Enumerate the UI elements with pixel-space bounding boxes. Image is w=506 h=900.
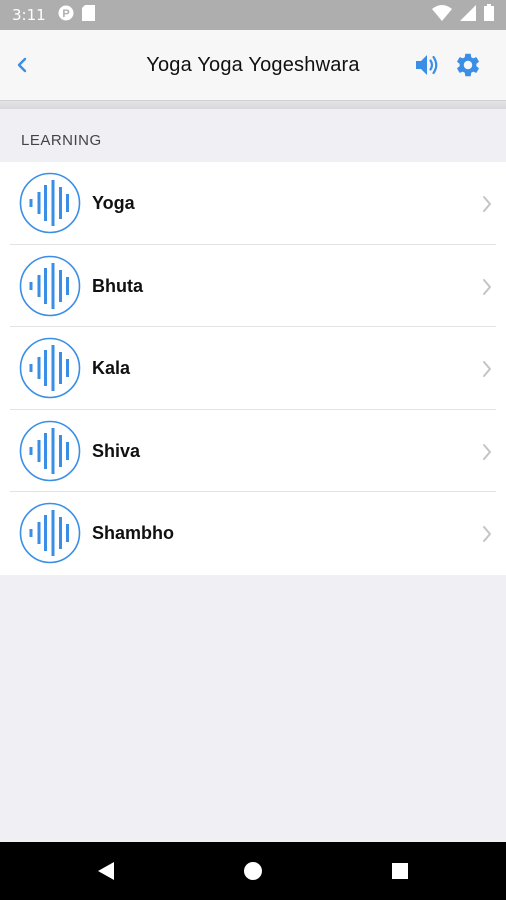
status-time: 3:11 bbox=[12, 6, 46, 24]
nav-back-button[interactable] bbox=[94, 859, 118, 883]
wifi-icon bbox=[432, 4, 452, 26]
p-notification-icon: P bbox=[58, 5, 74, 26]
status-bar: 3:11 P bbox=[0, 0, 506, 30]
speaker-icon bbox=[416, 55, 438, 75]
header-divider bbox=[0, 100, 506, 109]
list-item-yoga[interactable]: Yoga bbox=[0, 162, 506, 245]
learning-list: Yoga Bhuta Kala Shiva Shambho bbox=[0, 162, 506, 575]
cell-signal-icon bbox=[460, 4, 476, 26]
sound-wave-icon bbox=[19, 172, 81, 234]
chevron-right-icon bbox=[483, 443, 491, 460]
chevron-right-icon bbox=[483, 196, 491, 212]
list-item-label: Bhuta bbox=[92, 275, 143, 296]
section-header: LEARNING bbox=[21, 132, 102, 149]
list-item-bhuta[interactable]: Bhuta bbox=[0, 245, 506, 328]
list-item-label: Yoga bbox=[92, 193, 135, 213]
list-item-kala[interactable]: Kala bbox=[0, 327, 506, 410]
svg-text:P: P bbox=[62, 8, 69, 20]
list-item-label: Kala bbox=[92, 358, 131, 379]
list-item-shambho[interactable]: Shambho bbox=[0, 492, 506, 575]
sound-wave-icon bbox=[19, 255, 81, 316]
list-item-label: Shambho bbox=[92, 523, 175, 544]
settings-button[interactable] bbox=[454, 51, 482, 79]
sound-wave-icon bbox=[19, 420, 81, 482]
speaker-button[interactable] bbox=[414, 52, 442, 78]
list-item-label: Shiva bbox=[92, 440, 141, 461]
list-item-shiva[interactable]: Shiva bbox=[0, 410, 506, 493]
chevron-right-icon bbox=[483, 361, 491, 378]
system-nav-bar bbox=[0, 842, 506, 900]
nav-recents-button[interactable] bbox=[388, 859, 412, 883]
recents-square-icon bbox=[392, 863, 408, 879]
app-header: Yoga Yoga Yogeshwara bbox=[0, 30, 506, 100]
gear-icon bbox=[457, 53, 479, 77]
home-circle-icon bbox=[244, 862, 262, 880]
nav-home-button[interactable] bbox=[241, 859, 265, 883]
chevron-right-icon bbox=[483, 278, 491, 295]
sim-card-icon bbox=[81, 4, 95, 26]
sound-wave-icon bbox=[19, 503, 81, 564]
chevron-right-icon bbox=[483, 526, 491, 543]
back-triangle-icon bbox=[98, 862, 114, 880]
status-right-icons bbox=[432, 4, 494, 26]
sound-wave-icon bbox=[19, 337, 81, 399]
battery-icon bbox=[484, 4, 494, 26]
status-left-icons: P bbox=[58, 4, 95, 26]
